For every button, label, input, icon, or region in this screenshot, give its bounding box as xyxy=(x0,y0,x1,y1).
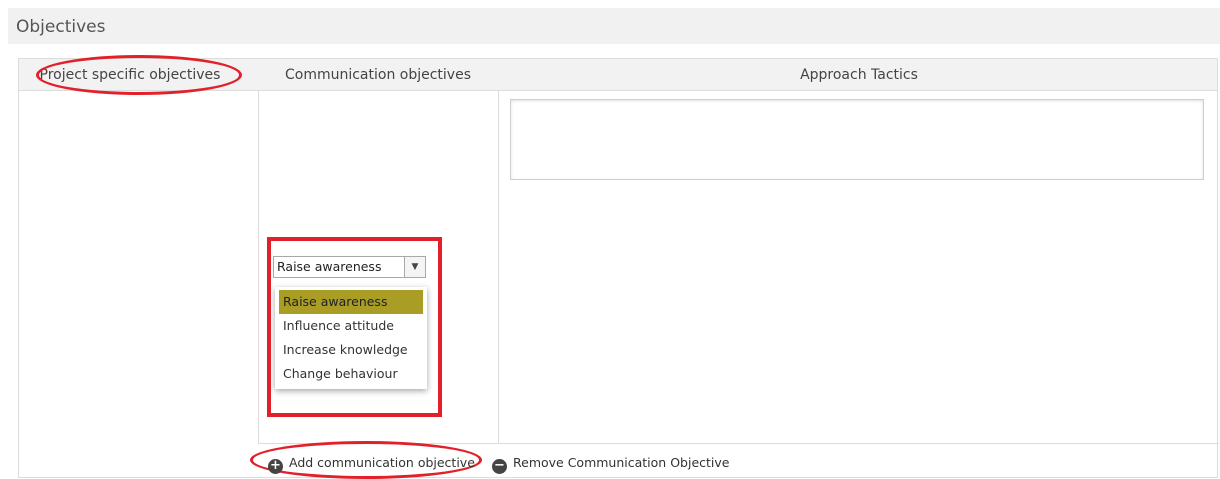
header-approach-tactics: Approach Tactics xyxy=(800,67,918,83)
header-communication-objectives: Communication objectives xyxy=(284,67,472,83)
plus-circle-icon: + xyxy=(268,459,283,474)
approach-tactics-textarea[interactable] xyxy=(510,99,1204,180)
annotation-rectangle xyxy=(267,237,442,417)
panel-title-text: Objectives xyxy=(16,17,106,37)
panel-title: Objectives xyxy=(8,8,1220,44)
annotation-ellipse-header xyxy=(36,55,242,95)
remove-communication-objective-button[interactable]: − Remove Communication Objective xyxy=(492,453,729,474)
remove-label: Remove Communication Objective xyxy=(513,455,730,470)
objectives-table: Project specific objectives Communicatio… xyxy=(18,55,1219,479)
add-label: Add communication objective xyxy=(289,455,475,470)
add-communication-objective-button[interactable]: + Add communication objective xyxy=(268,453,475,474)
minus-circle-icon: − xyxy=(492,459,507,474)
